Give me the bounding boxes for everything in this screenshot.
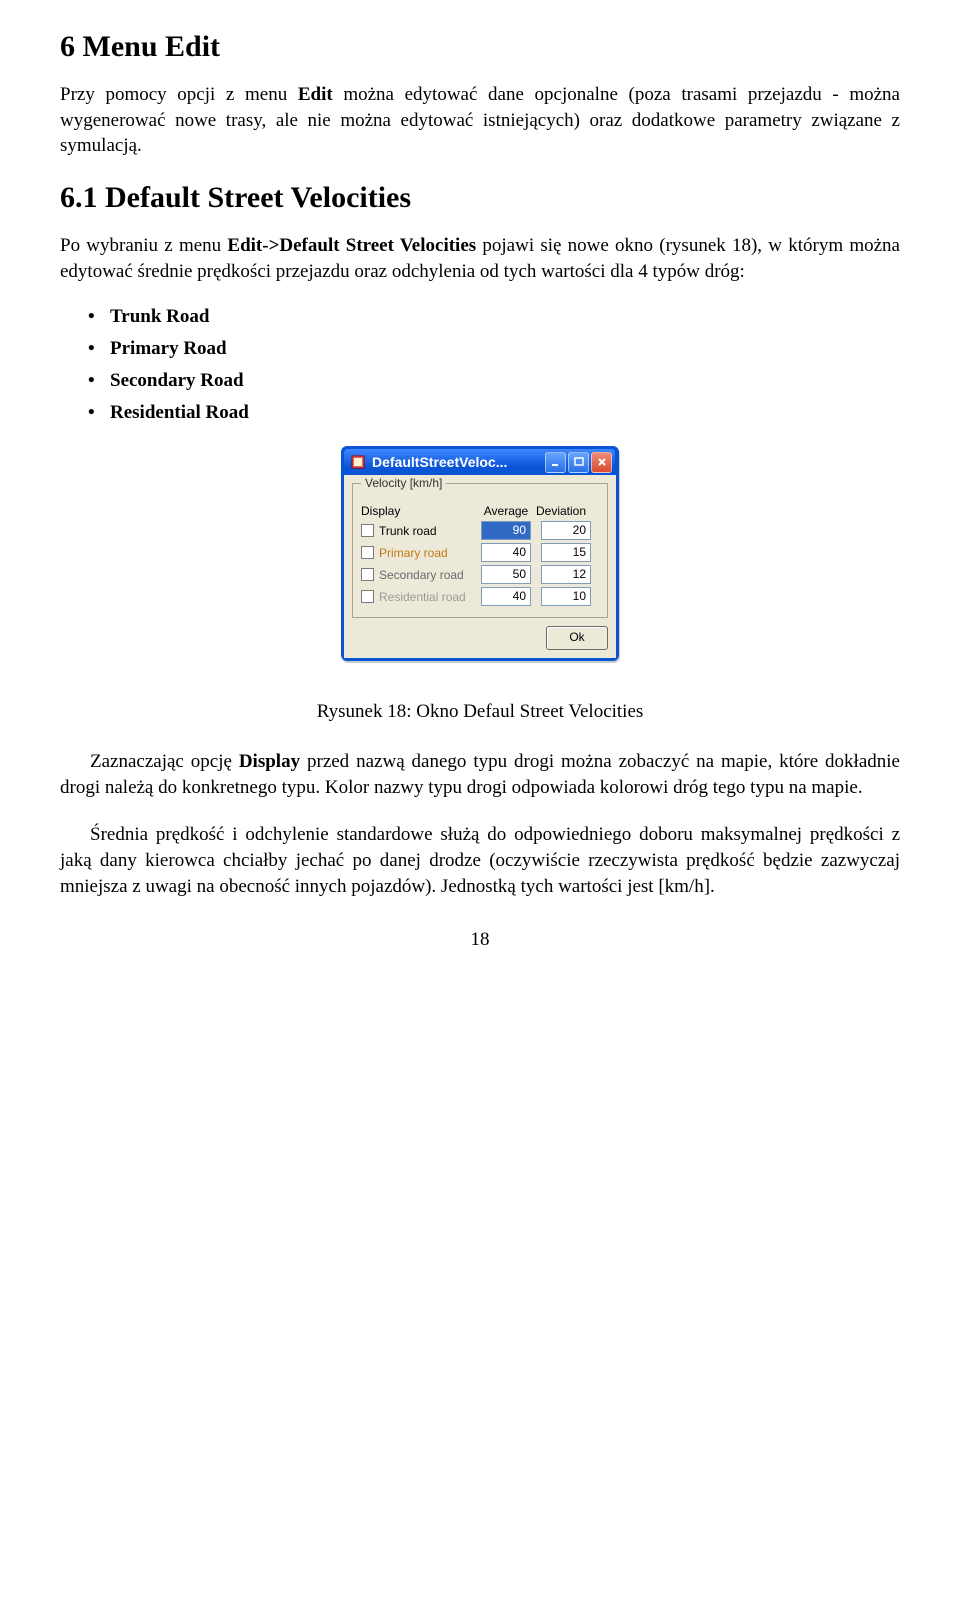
display-checkbox[interactable] — [361, 568, 374, 581]
average-input[interactable]: 50 — [481, 565, 531, 584]
dialog-body: Velocity [km/h] Display Average Deviatio… — [344, 475, 616, 658]
column-average-label: Average — [481, 504, 531, 518]
velocity-row-trunk: Trunk road 90 20 — [361, 521, 599, 540]
paragraph: Zaznaczając opcję Display przed nazwą da… — [60, 749, 900, 800]
deviation-input[interactable]: 20 — [541, 521, 591, 540]
text: Po wybraniu z menu — [60, 235, 227, 256]
velocity-row-secondary: Secondary road 50 12 — [361, 565, 599, 584]
close-button[interactable] — [591, 452, 612, 473]
maximize-button[interactable] — [568, 452, 589, 473]
figure-caption: Rysunek 18: Okno Defaul Street Velocitie… — [60, 701, 900, 723]
dialog-title: DefaultStreetVeloc... — [372, 454, 539, 470]
road-types-list: Trunk Road Primary Road Secondary Road R… — [60, 306, 900, 424]
app-icon — [350, 454, 366, 470]
display-checkbox[interactable] — [361, 546, 374, 559]
dialog-footer: Ok — [352, 626, 608, 650]
bold-text: Display — [239, 751, 300, 772]
figure: DefaultStreetVeloc... Velocity [km/h] — [60, 446, 900, 723]
groupbox-legend: Velocity [km/h] — [361, 476, 446, 490]
road-label: Trunk road — [379, 524, 481, 538]
list-item: Secondary Road — [110, 370, 900, 392]
average-input[interactable]: 90 — [481, 521, 531, 540]
list-item: Primary Road — [110, 338, 900, 360]
dialog-titlebar[interactable]: DefaultStreetVeloc... — [344, 449, 615, 475]
column-display-label: Display — [361, 504, 481, 518]
velocity-row-primary: Primary road 40 15 — [361, 543, 599, 562]
bold-text: Edit->Default Street Velocities — [227, 235, 476, 256]
heading-1: 6 Menu Edit — [60, 30, 900, 64]
text: Zaznaczając opcję — [90, 751, 239, 772]
text: Przy pomocy opcji z menu — [60, 84, 298, 105]
minimize-button[interactable] — [545, 452, 566, 473]
column-deviation-label: Deviation — [531, 504, 591, 518]
road-label: Residential road — [379, 590, 481, 604]
velocity-groupbox: Velocity [km/h] Display Average Deviatio… — [352, 483, 608, 618]
display-checkbox[interactable] — [361, 524, 374, 537]
document-page: 6 Menu Edit Przy pomocy opcji z menu Edi… — [0, 0, 960, 991]
paragraph: Po wybraniu z menu Edit->Default Street … — [60, 233, 900, 284]
page-number: 18 — [60, 929, 900, 951]
deviation-input[interactable]: 15 — [541, 543, 591, 562]
deviation-input[interactable]: 10 — [541, 587, 591, 606]
paragraph: Przy pomocy opcji z menu Edit można edyt… — [60, 82, 900, 159]
heading-2: 6.1 Default Street Velocities — [60, 181, 900, 215]
velocity-row-residential: Residential road 40 10 — [361, 587, 599, 606]
average-input[interactable]: 40 — [481, 587, 531, 606]
ok-button[interactable]: Ok — [546, 626, 608, 650]
list-item: Residential Road — [110, 402, 900, 424]
road-label: Secondary road — [379, 568, 481, 582]
deviation-input[interactable]: 12 — [541, 565, 591, 584]
bold-text: Edit — [298, 84, 333, 105]
average-input[interactable]: 40 — [481, 543, 531, 562]
group-header: Display Average Deviation — [361, 504, 599, 518]
display-checkbox[interactable] — [361, 590, 374, 603]
paragraph: Średnia prędkość i odchylenie standardow… — [60, 822, 900, 899]
road-label: Primary road — [379, 546, 481, 560]
dialog-window: DefaultStreetVeloc... Velocity [km/h] — [341, 446, 619, 661]
list-item: Trunk Road — [110, 306, 900, 328]
